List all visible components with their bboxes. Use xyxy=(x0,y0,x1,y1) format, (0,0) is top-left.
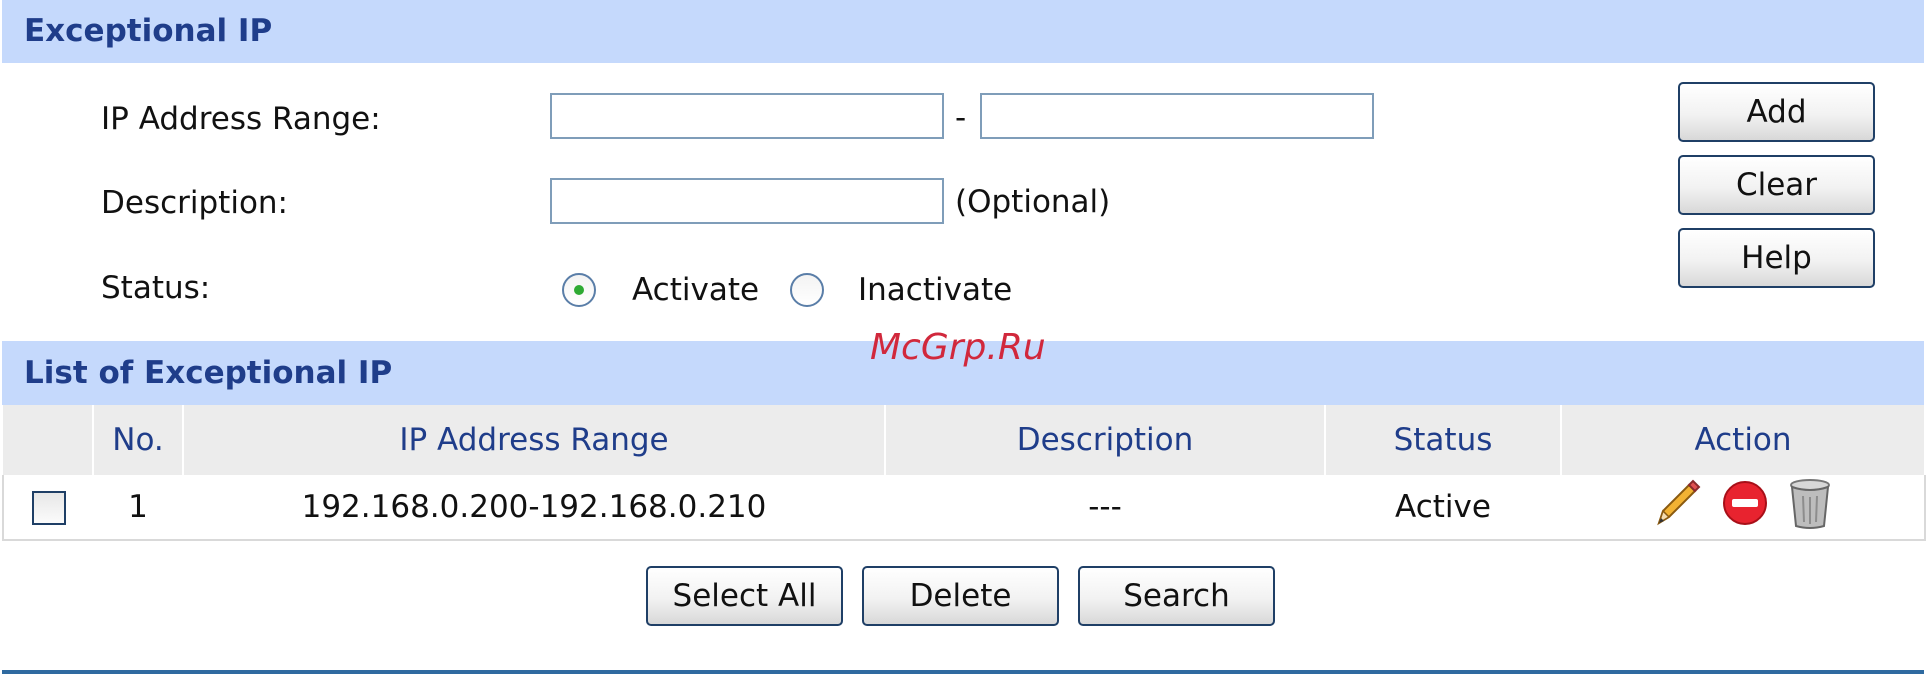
list-title: List of Exceptional IP xyxy=(24,355,393,391)
status-activate-radio[interactable] xyxy=(562,273,596,307)
exceptional-ip-title: Exceptional IP xyxy=(24,13,273,49)
col-header-status: Status xyxy=(1325,405,1562,475)
exceptional-ip-header: Exceptional IP xyxy=(2,0,1924,63)
row-select-cell xyxy=(2,475,93,541)
disable-icon[interactable] xyxy=(1721,479,1769,535)
ip-range-end-input[interactable] xyxy=(980,93,1374,139)
edit-icon[interactable] xyxy=(1651,477,1703,537)
status-label: Status: xyxy=(101,270,211,306)
optional-note: (Optional) xyxy=(955,184,1111,220)
row-status: Active xyxy=(1325,475,1561,541)
description-input[interactable] xyxy=(550,178,944,224)
table-row: 1 192.168.0.200-192.168.0.210 --- Active xyxy=(2,475,1926,541)
watermark: McGrp.Ru xyxy=(870,327,1046,368)
col-header-no: No. xyxy=(93,405,184,475)
col-header-select xyxy=(3,405,94,475)
ip-range-separator: - xyxy=(955,100,967,136)
row-ip-range: 192.168.0.200-192.168.0.210 xyxy=(183,475,885,541)
delete-icon[interactable] xyxy=(1786,476,1834,538)
description-label: Description: xyxy=(101,185,288,221)
status-inactivate-label[interactable]: Inactivate xyxy=(858,272,1012,308)
ip-range-label: IP Address Range: xyxy=(101,101,381,137)
row-description: --- xyxy=(885,475,1325,541)
col-header-action: Action xyxy=(1561,405,1926,475)
table-header-row: No. IP Address Range Description Status … xyxy=(3,405,1926,475)
row-no: 1 xyxy=(93,475,183,541)
col-header-description: Description xyxy=(885,405,1326,475)
row-actions xyxy=(1561,475,1926,541)
col-header-ip-range: IP Address Range xyxy=(183,405,886,475)
delete-button[interactable]: Delete xyxy=(862,566,1059,626)
add-button[interactable]: Add xyxy=(1678,82,1875,142)
clear-button[interactable]: Clear xyxy=(1678,155,1875,215)
help-button[interactable]: Help xyxy=(1678,228,1875,288)
ip-range-start-input[interactable] xyxy=(550,93,944,139)
search-button[interactable]: Search xyxy=(1078,566,1275,626)
select-all-button[interactable]: Select All xyxy=(646,566,843,626)
status-activate-label[interactable]: Activate xyxy=(632,272,759,308)
bottom-divider xyxy=(2,670,1924,674)
row-select-checkbox[interactable] xyxy=(31,491,66,526)
exceptional-ip-table: No. IP Address Range Description Status … xyxy=(2,405,1926,541)
status-inactivate-radio[interactable] xyxy=(790,273,824,307)
